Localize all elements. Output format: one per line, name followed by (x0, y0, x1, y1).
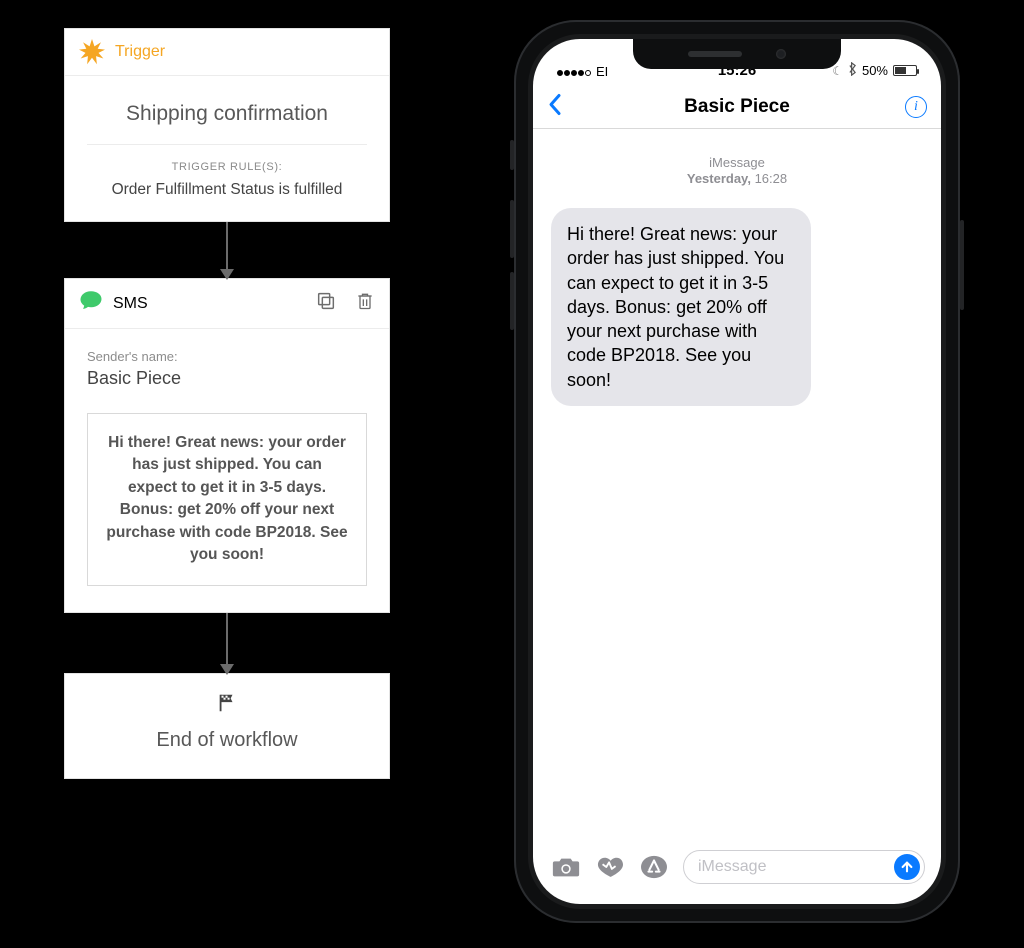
trigger-card[interactable]: Trigger Shipping confirmation TRIGGER RU… (64, 28, 390, 222)
phone-volume-down (510, 272, 514, 330)
message-timestamp: iMessage Yesterday, 16:28 (551, 155, 923, 186)
delete-button[interactable] (355, 290, 375, 317)
trigger-card-body: Shipping confirmation TRIGGER RULE(S): O… (65, 76, 389, 221)
sms-card[interactable]: SMS Sender's name: Basic Piece (64, 278, 390, 613)
trigger-burst-icon (79, 39, 105, 65)
trigger-title: Shipping confirmation (87, 94, 367, 144)
trigger-card-header: Trigger (65, 29, 389, 76)
sms-card-header: SMS (65, 279, 389, 329)
app-store-icon[interactable] (639, 854, 669, 880)
do-not-disturb-icon: ☾ (832, 64, 843, 78)
digital-touch-icon[interactable] (595, 854, 625, 880)
trigger-header-label: Trigger (115, 43, 165, 61)
carrier-label: EI (596, 64, 608, 79)
signal-icon (557, 64, 592, 79)
end-card: End of workflow (64, 673, 390, 779)
back-button[interactable] (547, 92, 563, 121)
end-of-workflow-label: End of workflow (85, 729, 369, 752)
copy-button[interactable] (315, 290, 337, 317)
arrow-down-icon (226, 222, 228, 278)
phone-mute-switch (510, 140, 514, 170)
phone-power-button (960, 220, 964, 310)
phone-volume-up (510, 200, 514, 258)
incoming-message-bubble[interactable]: Hi there! Great news: your order has jus… (551, 208, 811, 406)
arrow-down-icon (226, 613, 228, 673)
message-input[interactable]: iMessage (683, 850, 925, 884)
divider (87, 144, 367, 145)
sms-header-label: SMS (113, 295, 148, 313)
phone-screen: EI 15:26 ☾ 50% (533, 39, 941, 904)
bluetooth-icon (848, 62, 857, 79)
message-input-placeholder: iMessage (698, 858, 766, 876)
sms-card-body: Sender's name: Basic Piece Hi there! Gre… (65, 329, 389, 612)
battery-icon (893, 65, 917, 76)
sms-bubble-icon (79, 289, 103, 318)
sender-label: Sender's name: (87, 349, 367, 364)
send-button[interactable] (894, 854, 920, 880)
sender-name: Basic Piece (87, 368, 367, 389)
trigger-rule: Order Fulfillment Status is fulfilled (87, 181, 367, 199)
chat-area: iMessage Yesterday, 16:28 Hi there! Grea… (533, 129, 941, 406)
phone-notch (633, 39, 841, 69)
flag-icon (216, 701, 238, 718)
info-button[interactable]: i (905, 96, 927, 118)
camera-icon[interactable] (551, 855, 581, 879)
sms-message-preview[interactable]: Hi there! Great news: your order has jus… (87, 413, 367, 586)
nav-bar: Basic Piece i (533, 85, 941, 129)
message-input-bar: iMessage (533, 842, 941, 892)
conversation-title: Basic Piece (684, 96, 790, 118)
trigger-rules-label: TRIGGER RULE(S): (87, 161, 367, 173)
workflow-column: Trigger Shipping confirmation TRIGGER RU… (64, 28, 390, 779)
phone-mockup: EI 15:26 ☾ 50% (514, 20, 960, 923)
battery-percent: 50% (862, 63, 888, 78)
